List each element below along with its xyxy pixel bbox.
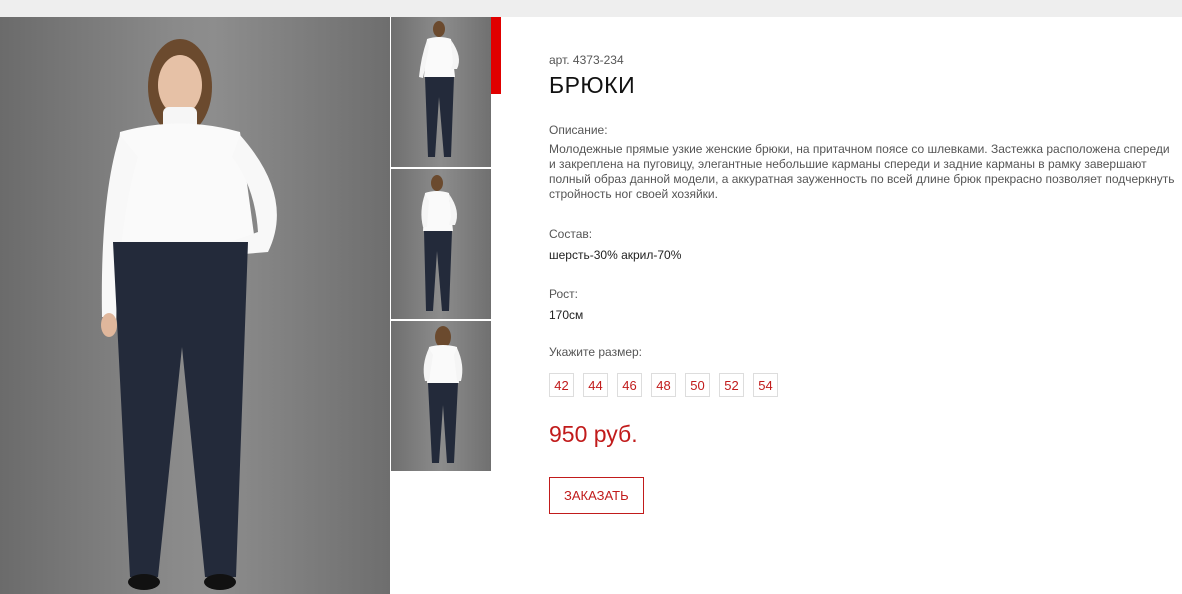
thumbnail-front-photo	[421, 175, 457, 311]
thumbnail-back-photo	[423, 326, 463, 463]
description-label: Описание:	[549, 123, 608, 137]
size-label: Укажите размер:	[549, 345, 643, 359]
description-text: Молодежные прямые узкие женские брюки, н…	[549, 142, 1175, 201]
composition-label: Состав:	[549, 227, 593, 241]
size-option-48[interactable]: 48	[651, 373, 676, 397]
model-figure-image	[101, 39, 277, 590]
thumbnail-2[interactable]	[391, 169, 491, 319]
article-number: арт. 4373-234	[549, 53, 624, 67]
size-option-50[interactable]: 50	[685, 373, 710, 397]
size-option-54[interactable]: 54	[753, 373, 778, 397]
size-option-52[interactable]: 52	[719, 373, 744, 397]
size-option-44[interactable]: 44	[583, 373, 608, 397]
main-product-photo	[0, 17, 390, 594]
height-value: 170см	[549, 308, 584, 322]
active-thumbnail-marker	[491, 17, 501, 94]
product-details: арт. 4373-234 БРЮКИ Описание: Молодежные…	[549, 53, 1179, 514]
top-bar	[0, 0, 1182, 17]
thumbnail-3[interactable]	[391, 321, 491, 471]
size-selector: 42 44 46 48 50 52 54	[549, 373, 1179, 397]
height-label: Рост:	[549, 287, 578, 301]
order-button[interactable]: ЗАКАЗАТЬ	[549, 477, 644, 514]
thumbnail-1[interactable]	[391, 17, 491, 167]
composition-value: шерсть-30% акрил-70%	[549, 248, 682, 262]
size-option-42[interactable]: 42	[549, 373, 574, 397]
product-price: 950 руб.	[549, 421, 638, 447]
thumbnail-front-photo	[419, 21, 459, 157]
size-option-46[interactable]: 46	[617, 373, 642, 397]
product-title: БРЮКИ	[549, 72, 636, 98]
